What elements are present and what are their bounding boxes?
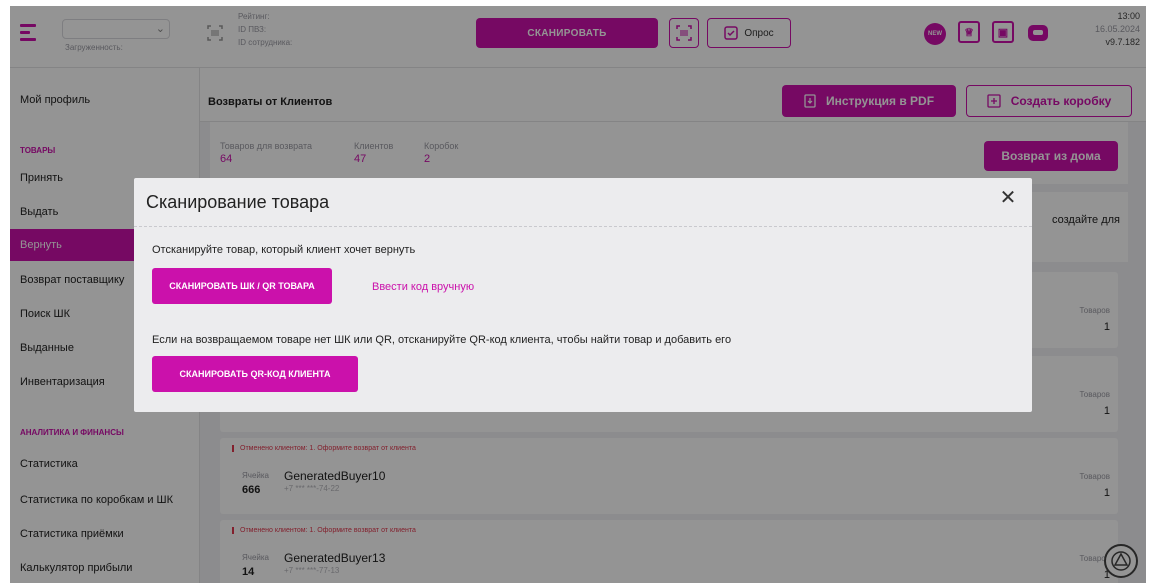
scan-instruction-text: Отсканируйте товар, который клиент хочет…	[152, 244, 416, 256]
modal-divider	[134, 226, 1032, 227]
scan-item-modal: Сканирование товара ✕ Отсканируйте товар…	[134, 178, 1032, 412]
scan-item-barcode-button[interactable]: СКАНИРОВАТЬ ШК / QR ТОВАРА	[152, 268, 332, 304]
close-icon[interactable]: ✕	[998, 188, 1018, 208]
manual-code-link[interactable]: Ввести код вручную	[372, 281, 474, 293]
app-screen: ⌄ Загруженность: Рейтинг: ID ПВЗ: ID сот…	[10, 6, 1146, 583]
modal-title: Сканирование товара	[146, 192, 330, 212]
no-barcode-instruction-text: Если на возвращаемом товаре нет ШК или Q…	[152, 334, 732, 346]
scan-client-qr-button[interactable]: СКАНИРОВАТЬ QR-КОД КЛИЕНТА	[152, 356, 358, 392]
